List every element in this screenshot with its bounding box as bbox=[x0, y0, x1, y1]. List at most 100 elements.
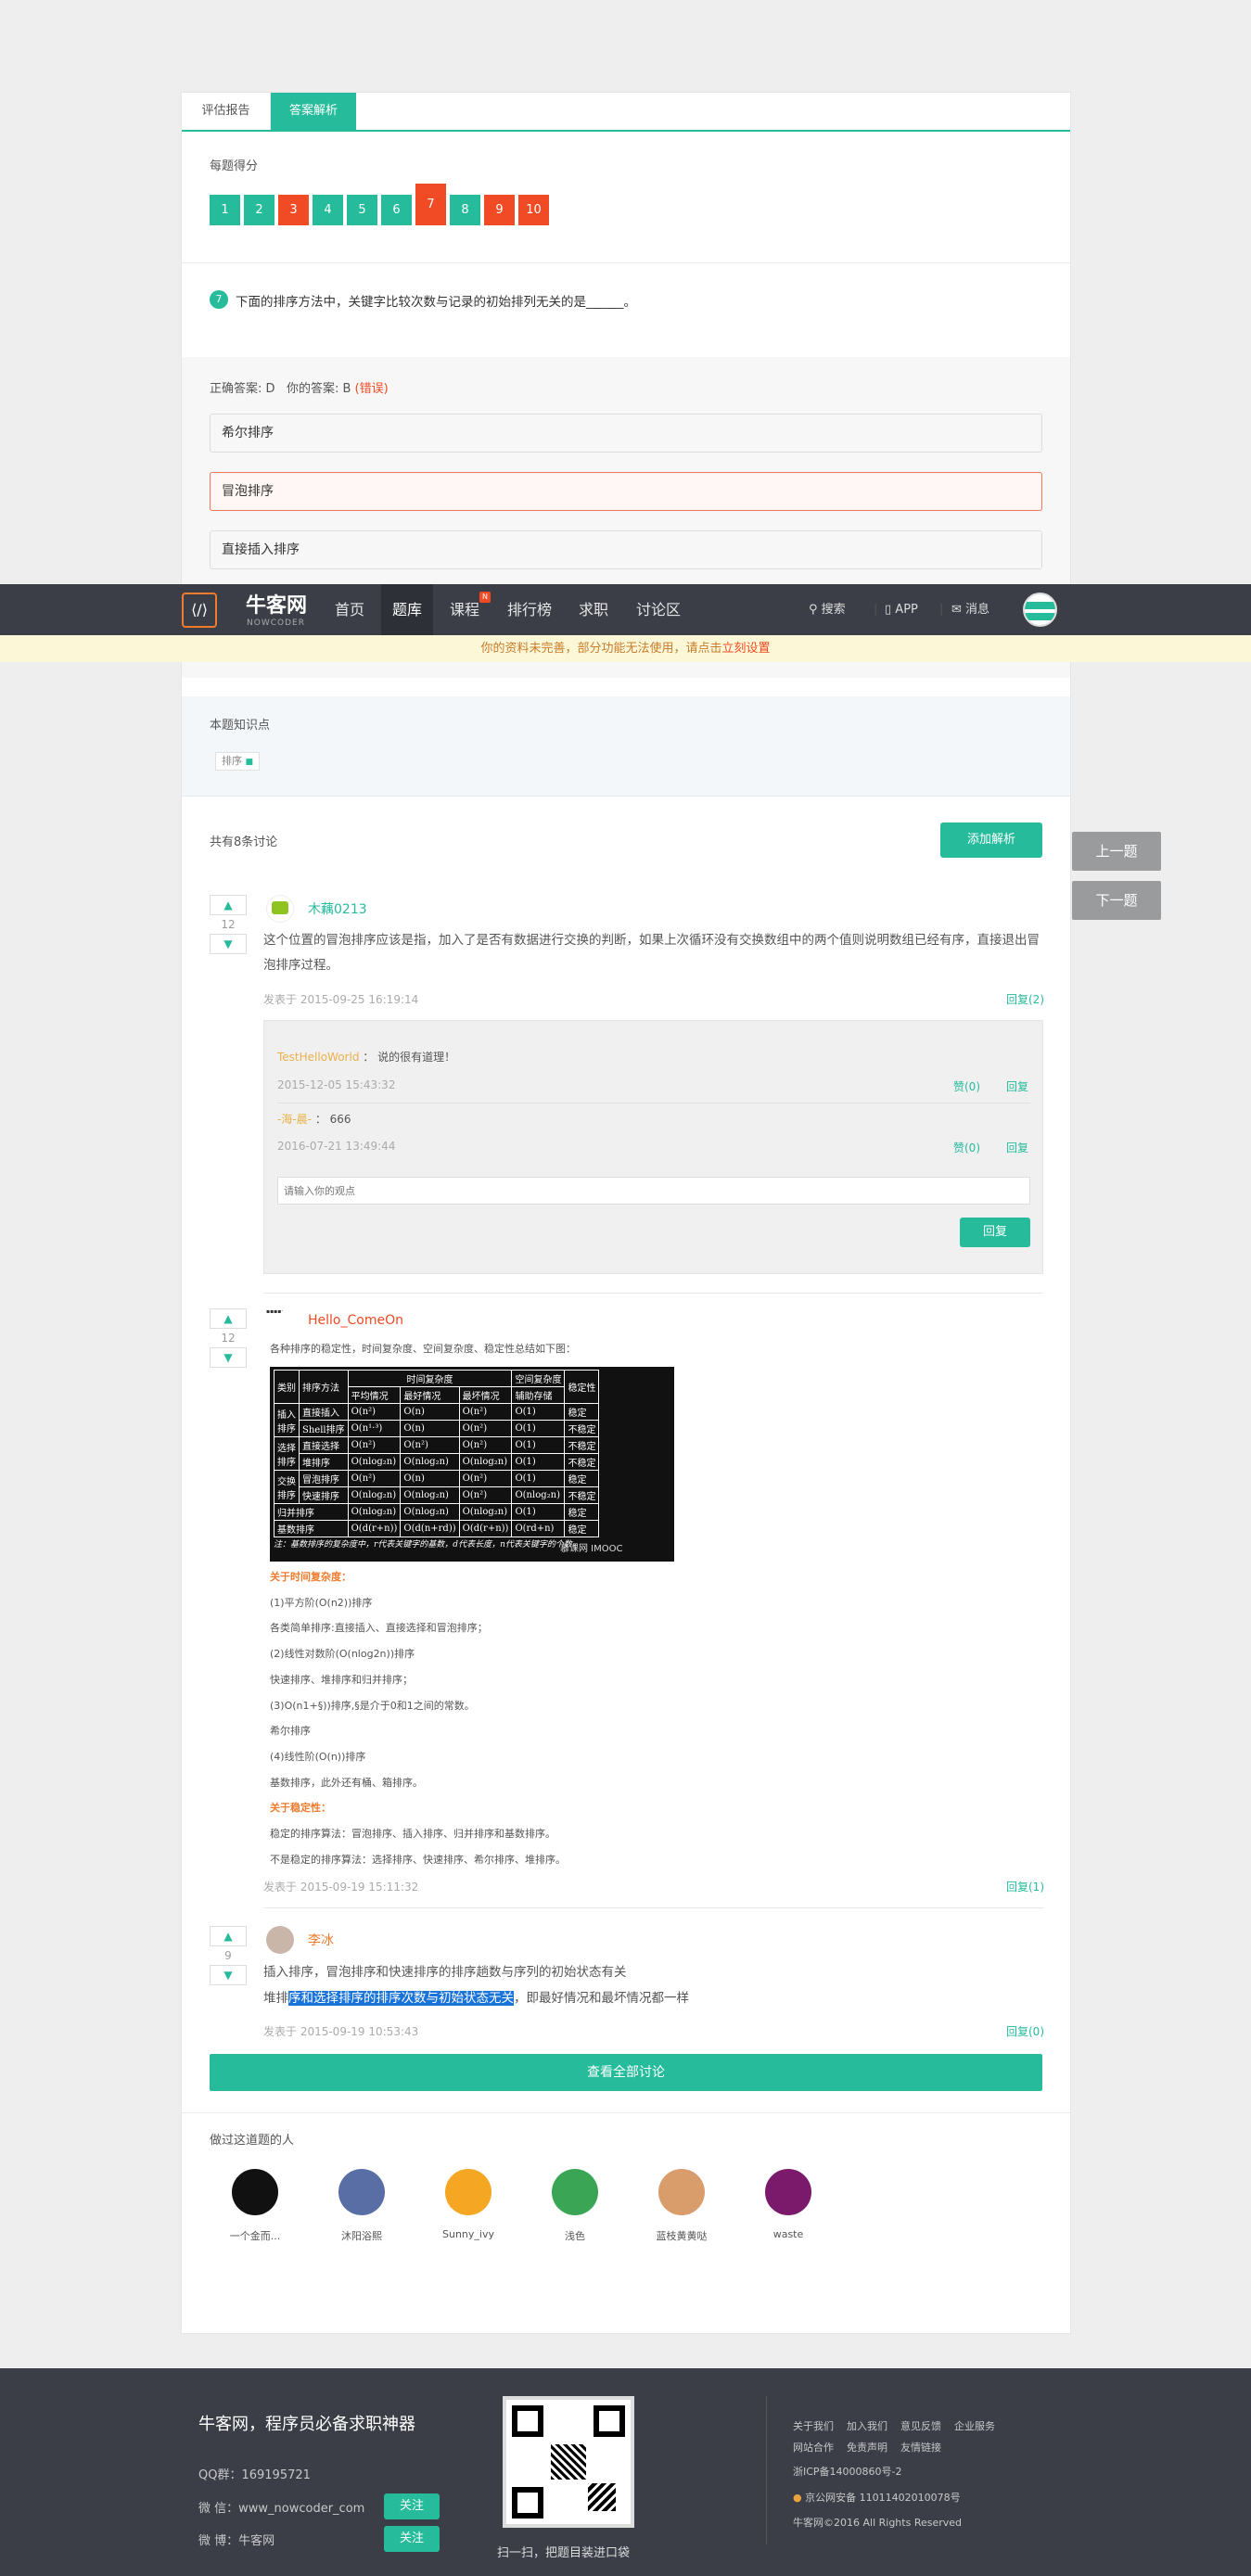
post-line: 稳定的排序算法：冒泡排序、插入排序、归并排序和基数排序。 bbox=[270, 1828, 555, 1840]
table-cell: 最好情况 bbox=[400, 1386, 460, 1404]
table-cell: O(nlog₂n) bbox=[347, 1453, 402, 1471]
question-score-item[interactable]: 1 bbox=[210, 195, 240, 225]
question-score-item[interactable]: 7 bbox=[415, 184, 446, 225]
nav-ranking[interactable]: 排行榜 bbox=[507, 584, 559, 635]
comment-reply-link[interactable]: 回复 bbox=[1006, 1140, 1028, 1155]
video-icon: ■ bbox=[245, 758, 254, 767]
person-name[interactable]: Sunny_ivy bbox=[423, 2228, 514, 2240]
add-analysis-button[interactable]: 添加解析 bbox=[940, 823, 1042, 858]
table-cell: O(nlog₂n) bbox=[458, 1503, 513, 1521]
logo-text[interactable]: 牛客网 bbox=[246, 589, 307, 618]
question-score-item[interactable]: 10 bbox=[518, 195, 549, 225]
post-author[interactable]: 李冰 bbox=[308, 1931, 334, 1949]
person-avatar[interactable] bbox=[552, 2169, 598, 2215]
person-name[interactable]: waste bbox=[743, 2228, 834, 2240]
app-link[interactable]: ▯ APP bbox=[885, 584, 918, 635]
table-cell: 不稳定 bbox=[564, 1420, 600, 1437]
notice-setup-link[interactable]: 立刻设置 bbox=[722, 642, 771, 656]
person-name[interactable]: 一个金而... bbox=[210, 2228, 300, 2243]
person-name[interactable]: 蓝枝黄黄哒 bbox=[636, 2228, 727, 2243]
discussion-count: 共有8条讨论 bbox=[210, 835, 278, 849]
reply-submit-button[interactable]: 回复 bbox=[960, 1218, 1030, 1247]
post-intro: 各种排序的稳定性，时间复杂度、空间复杂度、稳定性总结如下图： bbox=[270, 1343, 576, 1355]
option-c[interactable]: 直接插入排序 bbox=[210, 530, 1042, 569]
vote-count: 9 bbox=[224, 1949, 232, 1962]
footer-link-enterprise[interactable]: 企业服务 bbox=[954, 2420, 995, 2432]
avatar[interactable]: ▪▪▪▪· bbox=[266, 1308, 294, 1321]
table-cell: O(nlog₂n) bbox=[458, 1453, 513, 1471]
comment-item: -海-晨- ： 666 bbox=[277, 1111, 351, 1127]
nav-jobs[interactable]: 求职 bbox=[579, 584, 616, 635]
footer-wechat: 微 信：www_nowcoder_com bbox=[198, 2502, 365, 2516]
footer-link-cooperation[interactable]: 网站合作 bbox=[793, 2442, 834, 2454]
avatar[interactable] bbox=[266, 895, 294, 923]
person-avatar[interactable] bbox=[232, 2169, 278, 2215]
comment-author[interactable]: -海-晨- bbox=[277, 1113, 312, 1126]
knowledge-tag-label: 排序 bbox=[222, 755, 242, 767]
comment-input[interactable] bbox=[277, 1177, 1030, 1205]
follow-wechat-button[interactable]: 关注 bbox=[384, 2493, 440, 2519]
upvote-button[interactable]: ▲ bbox=[210, 1926, 247, 1946]
footer-link-friends[interactable]: 友情链接 bbox=[900, 2442, 941, 2454]
post-author[interactable]: Hello_ComeOn bbox=[308, 1313, 403, 1328]
user-avatar[interactable] bbox=[1023, 593, 1057, 627]
footer-link-feedback[interactable]: 意见反馈 bbox=[900, 2420, 941, 2432]
table-cell: O(n²) bbox=[400, 1436, 460, 1454]
person-avatar[interactable] bbox=[765, 2169, 811, 2215]
reply-link[interactable]: 回复(2) bbox=[1006, 991, 1044, 1007]
view-all-discussions-button[interactable]: 查看全部讨论 bbox=[210, 2054, 1042, 2091]
like-link[interactable]: 赞(0) bbox=[953, 1078, 980, 1094]
person-avatar[interactable] bbox=[445, 2169, 491, 2215]
sort-complexity-table: 类别 排序方法 时间复杂度 空间复杂度 稳定性 平均情况 最好情况 最坏情况 辅助存储 插入 排序… bbox=[274, 1370, 600, 1537]
upvote-button[interactable]: ▲ bbox=[210, 895, 247, 915]
downvote-button[interactable]: ▼ bbox=[210, 1965, 247, 1985]
knowledge-section bbox=[182, 696, 1070, 797]
post-time: 发表于 2015-09-19 10:53:43 bbox=[263, 2025, 419, 2038]
avatar[interactable] bbox=[266, 1926, 294, 1954]
tab-analysis[interactable]: 答案解析 bbox=[271, 93, 356, 130]
table-cell: O(n) bbox=[400, 1420, 460, 1437]
question-score-item[interactable]: 6 bbox=[381, 195, 412, 225]
footer-link-join[interactable]: 加入我们 bbox=[847, 2420, 887, 2432]
footer-link-disclaimer[interactable]: 免责声明 bbox=[847, 2442, 887, 2454]
post-line: 希尔排序 bbox=[270, 1725, 311, 1738]
downvote-button[interactable]: ▼ bbox=[210, 1347, 247, 1368]
question-score-item[interactable]: 5 bbox=[347, 195, 377, 225]
option-b[interactable]: 冒泡排序 bbox=[210, 472, 1042, 511]
question-score-item[interactable]: 2 bbox=[244, 195, 274, 225]
nav-question-bank[interactable]: 题库 bbox=[381, 584, 433, 635]
question-score-item[interactable]: 8 bbox=[450, 195, 480, 225]
follow-weibo-button[interactable]: 关注 bbox=[384, 2526, 440, 2552]
question-score-item[interactable]: 4 bbox=[313, 195, 343, 225]
search-link[interactable]: ⚲ 搜索 bbox=[809, 584, 846, 635]
question-score-item[interactable]: 9 bbox=[484, 195, 515, 225]
option-a[interactable]: 希尔排序 bbox=[210, 414, 1042, 453]
comment-author[interactable]: TestHelloWorld bbox=[277, 1051, 359, 1064]
like-link[interactable]: 赞(0) bbox=[953, 1140, 980, 1155]
person-avatar[interactable] bbox=[658, 2169, 705, 2215]
person-name[interactable]: 浅色 bbox=[530, 2228, 620, 2243]
messages-link[interactable]: ✉ 消息 bbox=[951, 584, 989, 635]
downvote-button[interactable]: ▼ bbox=[210, 934, 247, 954]
vote-count: 12 bbox=[221, 918, 236, 931]
person-avatar[interactable] bbox=[338, 2169, 385, 2215]
question-score-item[interactable]: 3 bbox=[278, 195, 309, 225]
nav-home[interactable]: 首页 bbox=[335, 584, 372, 635]
next-question-button[interactable]: 下一题 bbox=[1072, 881, 1161, 920]
table-cell: O(1) bbox=[511, 1503, 566, 1521]
tab-report[interactable]: 评估报告 bbox=[182, 93, 271, 130]
reply-link[interactable]: 回复(0) bbox=[1006, 2023, 1044, 2039]
post-author[interactable]: 木藕0213 bbox=[308, 899, 367, 918]
footer-link-about[interactable]: 关于我们 bbox=[793, 2420, 834, 2432]
prev-question-button[interactable]: 上一题 bbox=[1072, 832, 1161, 871]
post-line: 关于时间复杂度： bbox=[270, 1571, 351, 1583]
upvote-button[interactable]: ▲ bbox=[210, 1308, 247, 1329]
vote-box: ▲ 12 ▼ bbox=[210, 1308, 247, 1368]
table-cell: O(1) bbox=[511, 1436, 566, 1454]
person-name[interactable]: 沐阳浴熙 bbox=[316, 2228, 407, 2243]
logo-icon[interactable]: ⟨/⟩ bbox=[182, 593, 217, 628]
nav-forum[interactable]: 讨论区 bbox=[636, 584, 688, 635]
reply-link[interactable]: 回复(1) bbox=[1006, 1879, 1044, 1894]
knowledge-tag[interactable]: 排序 ■ bbox=[215, 752, 261, 771]
comment-reply-link[interactable]: 回复 bbox=[1006, 1078, 1028, 1094]
